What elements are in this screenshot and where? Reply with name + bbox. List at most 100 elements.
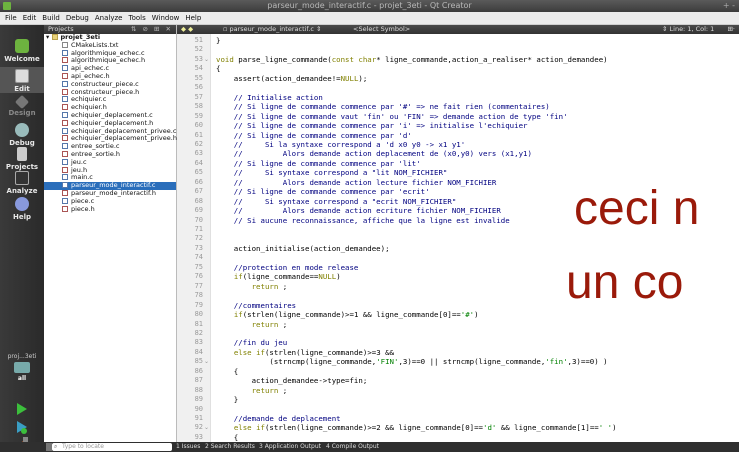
c-source-file-icon <box>62 49 68 56</box>
line-number-gutter: 51 52 53 54 55 56 57 58 59 60 61 62 63 64 65 66 67 68 69 70… <box>177 34 211 442</box>
compile-output-pane-button[interactable]: 4 Compile Output <box>326 442 379 452</box>
line-number: 83 <box>194 338 203 347</box>
file-item-label: constructeur_piece.h <box>71 87 140 96</box>
code-line: // Si ligne de commande vaut 'fin' ou 'F… <box>216 111 568 121</box>
line-number: 67 <box>194 187 203 196</box>
code-line: //demande de deplacement <box>216 414 341 423</box>
c-source-file-icon <box>62 127 68 134</box>
line-number: 55 <box>194 73 203 82</box>
overlay-text-line-1: ceci n <box>574 182 700 235</box>
title-bar: parseur_mode_interactif.c - projet_3eti … <box>0 0 739 12</box>
code-line: // Initialise action <box>216 92 323 102</box>
menu-file[interactable]: File <box>2 12 20 25</box>
mode-design[interactable]: Design <box>0 94 44 117</box>
mode-design-label: Design <box>8 109 36 117</box>
mode-analyze-label: Analyze <box>6 187 38 195</box>
file-item[interactable]: api_echec.c <box>44 64 176 73</box>
project-tree: ▾ projet_3eti CMakeLists.txt algorithmiqu… <box>44 33 177 214</box>
menu-window[interactable]: Window <box>149 12 183 25</box>
project-name: projet_3eti <box>60 33 101 41</box>
menu-analyze[interactable]: Analyze <box>92 12 126 25</box>
line-number: 56 <box>194 83 203 92</box>
file-item[interactable]: parseur_mode_interactif.h <box>44 188 176 198</box>
menu-tools[interactable]: Tools <box>125 12 148 25</box>
code-line: else if(strlen(ligne_commande)>=3 && <box>233 347 395 357</box>
kit-config-label: all <box>17 375 27 382</box>
line-number: 74 <box>194 253 203 262</box>
code-line: (strncmp(ligne_commande,'FIN',3)==0 || s… <box>216 357 608 367</box>
code-line: //protection en mode release <box>216 262 359 272</box>
sidebar-title[interactable]: Projects <box>48 25 74 33</box>
file-item-label: api_echec.c <box>71 64 110 73</box>
code-line: // Alors demande action ecriture fichier… <box>216 206 501 216</box>
nav-arrows[interactable]: ◆ ◆ <box>181 25 193 34</box>
open-file-dropdown[interactable]: ▫ parseur_mode_interactif.c ⇕ <box>223 25 321 34</box>
line-number: 85 <box>194 357 203 366</box>
file-item-label: parseur_mode_interactif.h <box>71 188 156 197</box>
mode-welcome[interactable]: Welcome <box>0 39 44 63</box>
split-icon[interactable]: ⊞· <box>727 25 735 34</box>
c-source-file-icon <box>62 65 68 72</box>
file-item-label: constructeur_piece.c <box>71 79 139 88</box>
symbol-label: <Select Symbol> <box>353 25 411 33</box>
run-icon[interactable] <box>13 401 29 417</box>
code-line: } <box>216 395 239 405</box>
mode-projects[interactable]: Projects <box>0 147 44 171</box>
line-number: 86 <box>194 366 203 375</box>
file-item-label: echiquier.h <box>71 103 107 112</box>
header-file-icon <box>62 72 68 79</box>
sidebar-tools[interactable]: ⇅ ⊘ ⊞ ✕ <box>131 25 173 34</box>
c-source-file-icon <box>62 80 68 87</box>
mode-selector: Welcome Edit Design Debug Projects Analy… <box>0 25 44 452</box>
window-controls[interactable]: + - <box>723 0 735 12</box>
menu-edit[interactable]: Edit <box>20 12 40 25</box>
file-item-label: main.c <box>71 173 93 182</box>
header-file-icon <box>62 57 68 64</box>
projects-icon <box>17 147 27 161</box>
debug-run-icon[interactable] <box>13 419 29 435</box>
file-item[interactable]: echiquier.c <box>44 95 176 104</box>
file-item[interactable]: piece.c <box>44 197 176 206</box>
mode-help[interactable]: Help <box>0 197 44 221</box>
line-number: 53 <box>194 54 203 63</box>
fold-marker-icon[interactable]: ⌄ <box>204 55 209 64</box>
code-line: return ; <box>251 281 288 291</box>
code-line: //fin du jeu <box>216 338 288 348</box>
code-editor[interactable]: { else if(strlen(ligne_commande)>=2 && l… <box>211 34 739 442</box>
code-line: } <box>216 36 221 45</box>
file-item[interactable]: entree_sortie.h <box>44 149 176 159</box>
fold-marker-icon[interactable]: ⌄ <box>204 357 209 366</box>
fold-marker-icon[interactable]: ⌄ <box>204 423 209 432</box>
help-icon <box>15 197 29 211</box>
file-item[interactable]: algorithmique_echec.h <box>44 56 176 65</box>
file-item-label: algorithmique_echec.h <box>71 56 146 65</box>
line-number: 91 <box>194 414 203 422</box>
file-item[interactable]: jeu.h <box>44 166 176 175</box>
kit-project-label: proj...3eti <box>7 353 37 360</box>
file-item-label: entree_sortie.h <box>71 149 121 158</box>
line-number: 59 <box>194 111 203 120</box>
mode-debug[interactable]: Debug <box>0 123 44 147</box>
search-results-pane-button[interactable]: 2 Search Results <box>205 442 255 452</box>
code-line: // Alors demande action lecture fichier … <box>216 177 497 187</box>
file-item[interactable]: constructeur_piece.h <box>44 87 176 97</box>
file-item[interactable]: jeu.c <box>44 157 176 167</box>
application-output-pane-button[interactable]: 3 Application Output <box>259 442 321 452</box>
menu-help[interactable]: Help <box>182 12 204 25</box>
symbol-dropdown[interactable]: <Select Symbol> <box>353 25 410 34</box>
line-number: 51 <box>194 36 203 44</box>
locator-input[interactable]: ⌕ Type to locate <box>52 443 172 451</box>
file-item[interactable]: piece.h <box>44 205 176 214</box>
line-number: 68 <box>194 196 203 205</box>
menu-build[interactable]: Build <box>39 12 63 25</box>
mode-edit[interactable]: Edit <box>0 67 44 93</box>
code-line: // Si ligne de commande commence par 'ec… <box>216 187 430 197</box>
issues-pane-button[interactable]: 1 Issues <box>176 442 200 452</box>
code-line: { <box>216 64 221 74</box>
file-item-label: jeu.c <box>71 157 87 166</box>
mode-analyze[interactable]: Analyze <box>0 171 44 195</box>
c-source-file-icon <box>62 197 68 204</box>
menu-debug[interactable]: Debug <box>63 12 92 25</box>
kit-selector[interactable]: proj...3eti all <box>0 353 44 382</box>
code-line: assert(action_demandee!=NULL); <box>216 73 368 83</box>
